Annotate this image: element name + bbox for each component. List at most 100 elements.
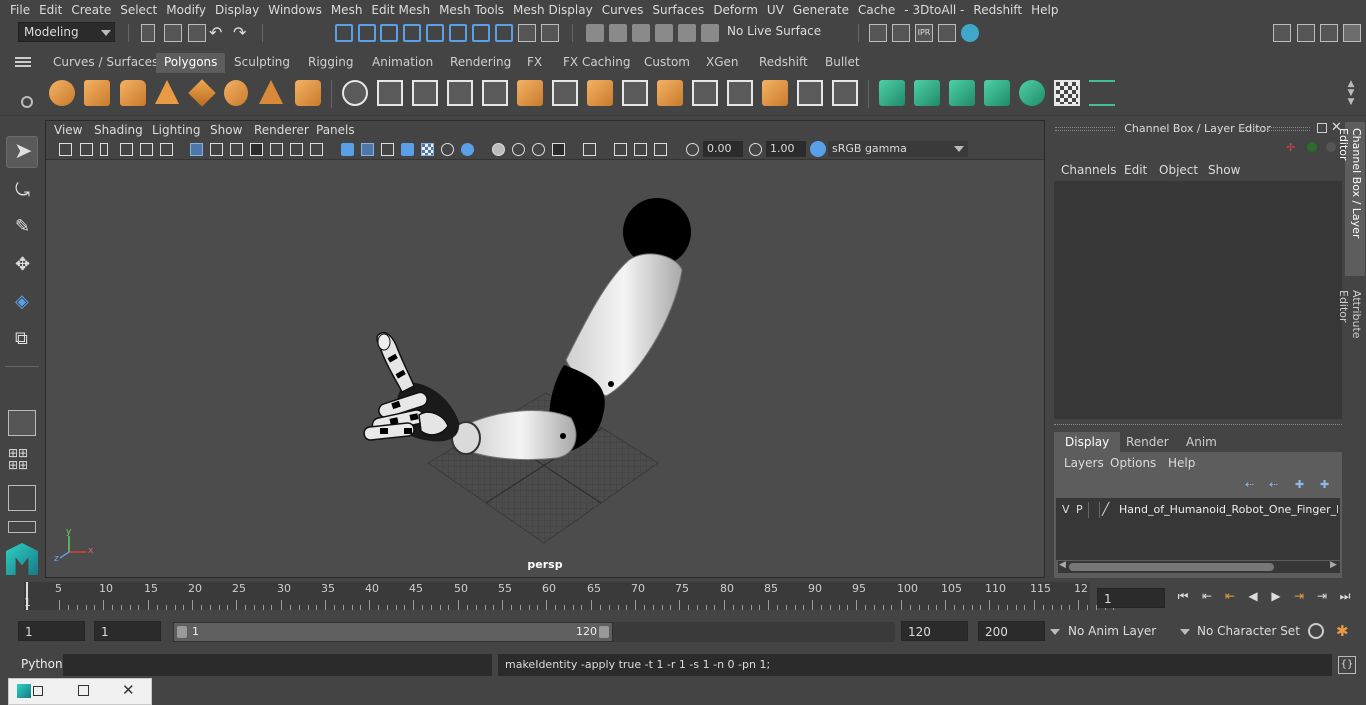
- animation-end-field[interactable]: 200: [978, 621, 1045, 641]
- collapse-icon[interactable]: [797, 80, 823, 106]
- snap-surface-icon[interactable]: [655, 24, 673, 42]
- ipr-render-icon[interactable]: IPR: [915, 24, 933, 42]
- workspace-icon[interactable]: [1273, 24, 1291, 42]
- menu-edit-mesh[interactable]: Edit Mesh: [362, 3, 430, 17]
- manipulator-icon[interactable]: ✢: [1286, 141, 1298, 154]
- tab-channel-box-layer-editor[interactable]: Channel Box / Layer Editor: [1337, 122, 1365, 276]
- select-tool[interactable]: ➤: [6, 136, 38, 168]
- select-camera-icon[interactable]: [59, 143, 72, 156]
- maximize-icon[interactable]: [78, 685, 89, 696]
- animation-preferences-icon[interactable]: ✱: [1336, 622, 1354, 640]
- panel-splitter[interactable]: [1054, 424, 1342, 427]
- outliner-layout-icon[interactable]: [8, 521, 36, 533]
- target-weld-icon[interactable]: [762, 80, 788, 106]
- uv-editor-icon[interactable]: [1089, 80, 1115, 106]
- render-view-icon[interactable]: [869, 24, 887, 42]
- exposure-field[interactable]: 0.00: [703, 141, 743, 157]
- menu-modify[interactable]: Modify: [157, 3, 206, 17]
- view-transform-select[interactable]: sRGB gamma: [828, 141, 968, 157]
- tab-custom[interactable]: Custom: [636, 53, 698, 73]
- viewport-menu-panels[interactable]: Panels: [316, 123, 355, 137]
- snap-to-grid-icon[interactable]: [403, 24, 421, 42]
- script-editor-icon[interactable]: {}: [1338, 656, 1356, 674]
- snap-live-icon[interactable]: [701, 24, 719, 42]
- step-back-key-icon[interactable]: ⇤: [1223, 589, 1237, 603]
- toggle-tool-settings-icon[interactable]: [1343, 24, 1361, 42]
- render-settings-icon[interactable]: [938, 24, 956, 42]
- layers-menu[interactable]: Layers: [1064, 456, 1104, 470]
- scale-tool[interactable]: ⧉: [6, 322, 38, 354]
- shelf-scroll-icon[interactable]: ▲ ▼ ▼: [1345, 80, 1357, 108]
- scroll-left-icon[interactable]: ◀: [1059, 560, 1066, 570]
- move-tool[interactable]: ✥: [6, 248, 38, 280]
- tab-rendering[interactable]: Rendering: [442, 53, 519, 73]
- mode-selector[interactable]: Modeling: [18, 22, 115, 42]
- tab-fx-caching[interactable]: FX Caching: [555, 53, 638, 73]
- menu-mesh-display[interactable]: Mesh Display: [504, 3, 593, 17]
- chevron-down-icon[interactable]: [1050, 629, 1060, 635]
- play-forwards-icon[interactable]: ▶: [1269, 589, 1283, 603]
- poly-sphere-icon[interactable]: [49, 80, 75, 106]
- animation-start-field[interactable]: 1: [18, 621, 85, 641]
- depth-of-field-icon[interactable]: [552, 143, 565, 156]
- multi-cut-icon[interactable]: [552, 80, 578, 106]
- lasso-tool[interactable]: ⤿: [6, 174, 38, 206]
- command-input[interactable]: [63, 654, 492, 676]
- two-d-pan-zoom-icon[interactable]: [140, 143, 153, 156]
- grease-pencil-icon[interactable]: [160, 143, 173, 156]
- magnet-icon[interactable]: [609, 24, 627, 42]
- anim-layer-selector[interactable]: No Anim Layer: [1068, 624, 1178, 638]
- paint-select-tool[interactable]: ✎: [6, 210, 38, 242]
- bevel-icon[interactable]: [482, 80, 508, 106]
- tab-rigging[interactable]: Rigging: [300, 53, 361, 73]
- range-slider[interactable]: 1 120: [173, 622, 613, 642]
- restore-icon[interactable]: [33, 686, 43, 696]
- new-layer-from-selected-icon[interactable]: ✚: [1320, 478, 1334, 491]
- render-current-frame-icon[interactable]: [892, 24, 910, 42]
- toggle-attribute-editor-icon[interactable]: [1320, 24, 1338, 42]
- new-scene-icon[interactable]: [141, 24, 155, 42]
- multisample-aa-icon[interactable]: [532, 143, 545, 156]
- tab-xgen[interactable]: XGen: [698, 53, 747, 73]
- layer-row[interactable]: V P ╱ Hand_of_Humanoid_Robot_One_Finger_…: [1058, 501, 1338, 519]
- xray-joints-icon[interactable]: [634, 143, 647, 156]
- move-layer-down-icon[interactable]: ⇠: [1269, 478, 1283, 491]
- poly-pyramid-icon[interactable]: [259, 80, 283, 104]
- input-output-icon[interactable]: [518, 24, 536, 42]
- use-default-material-icon[interactable]: [401, 143, 414, 156]
- current-frame-field[interactable]: 1: [1097, 588, 1165, 608]
- gate-mask-icon[interactable]: [250, 143, 263, 156]
- screen-space-ao-icon[interactable]: [492, 143, 505, 156]
- float-panel-icon[interactable]: [1317, 123, 1327, 133]
- menu-generate[interactable]: Generate: [784, 3, 849, 17]
- wireframe-icon[interactable]: [341, 143, 354, 156]
- play-backwards-icon[interactable]: ◀: [1246, 589, 1260, 603]
- layer-options-menu[interactable]: Options: [1110, 456, 1156, 470]
- menu-surfaces[interactable]: Surfaces: [643, 3, 704, 17]
- menu-display[interactable]: Display: [206, 3, 259, 17]
- tab-display[interactable]: Display: [1054, 432, 1121, 452]
- poly-pipe-icon[interactable]: [295, 80, 321, 106]
- bookmark-icon[interactable]: [100, 143, 108, 156]
- hypershade-icon[interactable]: [961, 24, 979, 42]
- snap-curve-icon[interactable]: [632, 24, 650, 42]
- layer-visibility-toggle[interactable]: V: [1062, 503, 1070, 516]
- menu-help[interactable]: Help: [1022, 3, 1058, 17]
- select-by-hierarchy-icon[interactable]: [335, 24, 353, 42]
- quad-draw-icon[interactable]: [832, 80, 858, 106]
- xray-icon[interactable]: [614, 143, 627, 156]
- viewport-menu-lighting[interactable]: Lighting: [152, 123, 201, 137]
- menu-redshift[interactable]: Redshift: [964, 3, 1022, 17]
- viewport-menu-shading[interactable]: Shading: [94, 123, 143, 137]
- range-end-handle[interactable]: [599, 626, 609, 638]
- tab-anim[interactable]: Anim: [1175, 432, 1228, 452]
- select-by-component-icon[interactable]: [380, 24, 398, 42]
- channel-list[interactable]: [1054, 181, 1342, 419]
- image-plane-icon[interactable]: [120, 143, 133, 156]
- textured-icon[interactable]: [421, 143, 434, 156]
- menu-create[interactable]: Create: [62, 3, 111, 17]
- layer-help-menu[interactable]: Help: [1168, 456, 1195, 470]
- menu-uv[interactable]: UV: [758, 3, 784, 17]
- tab-sculpting[interactable]: Sculpting: [226, 53, 298, 73]
- snap-to-view-plane-icon[interactable]: [472, 24, 490, 42]
